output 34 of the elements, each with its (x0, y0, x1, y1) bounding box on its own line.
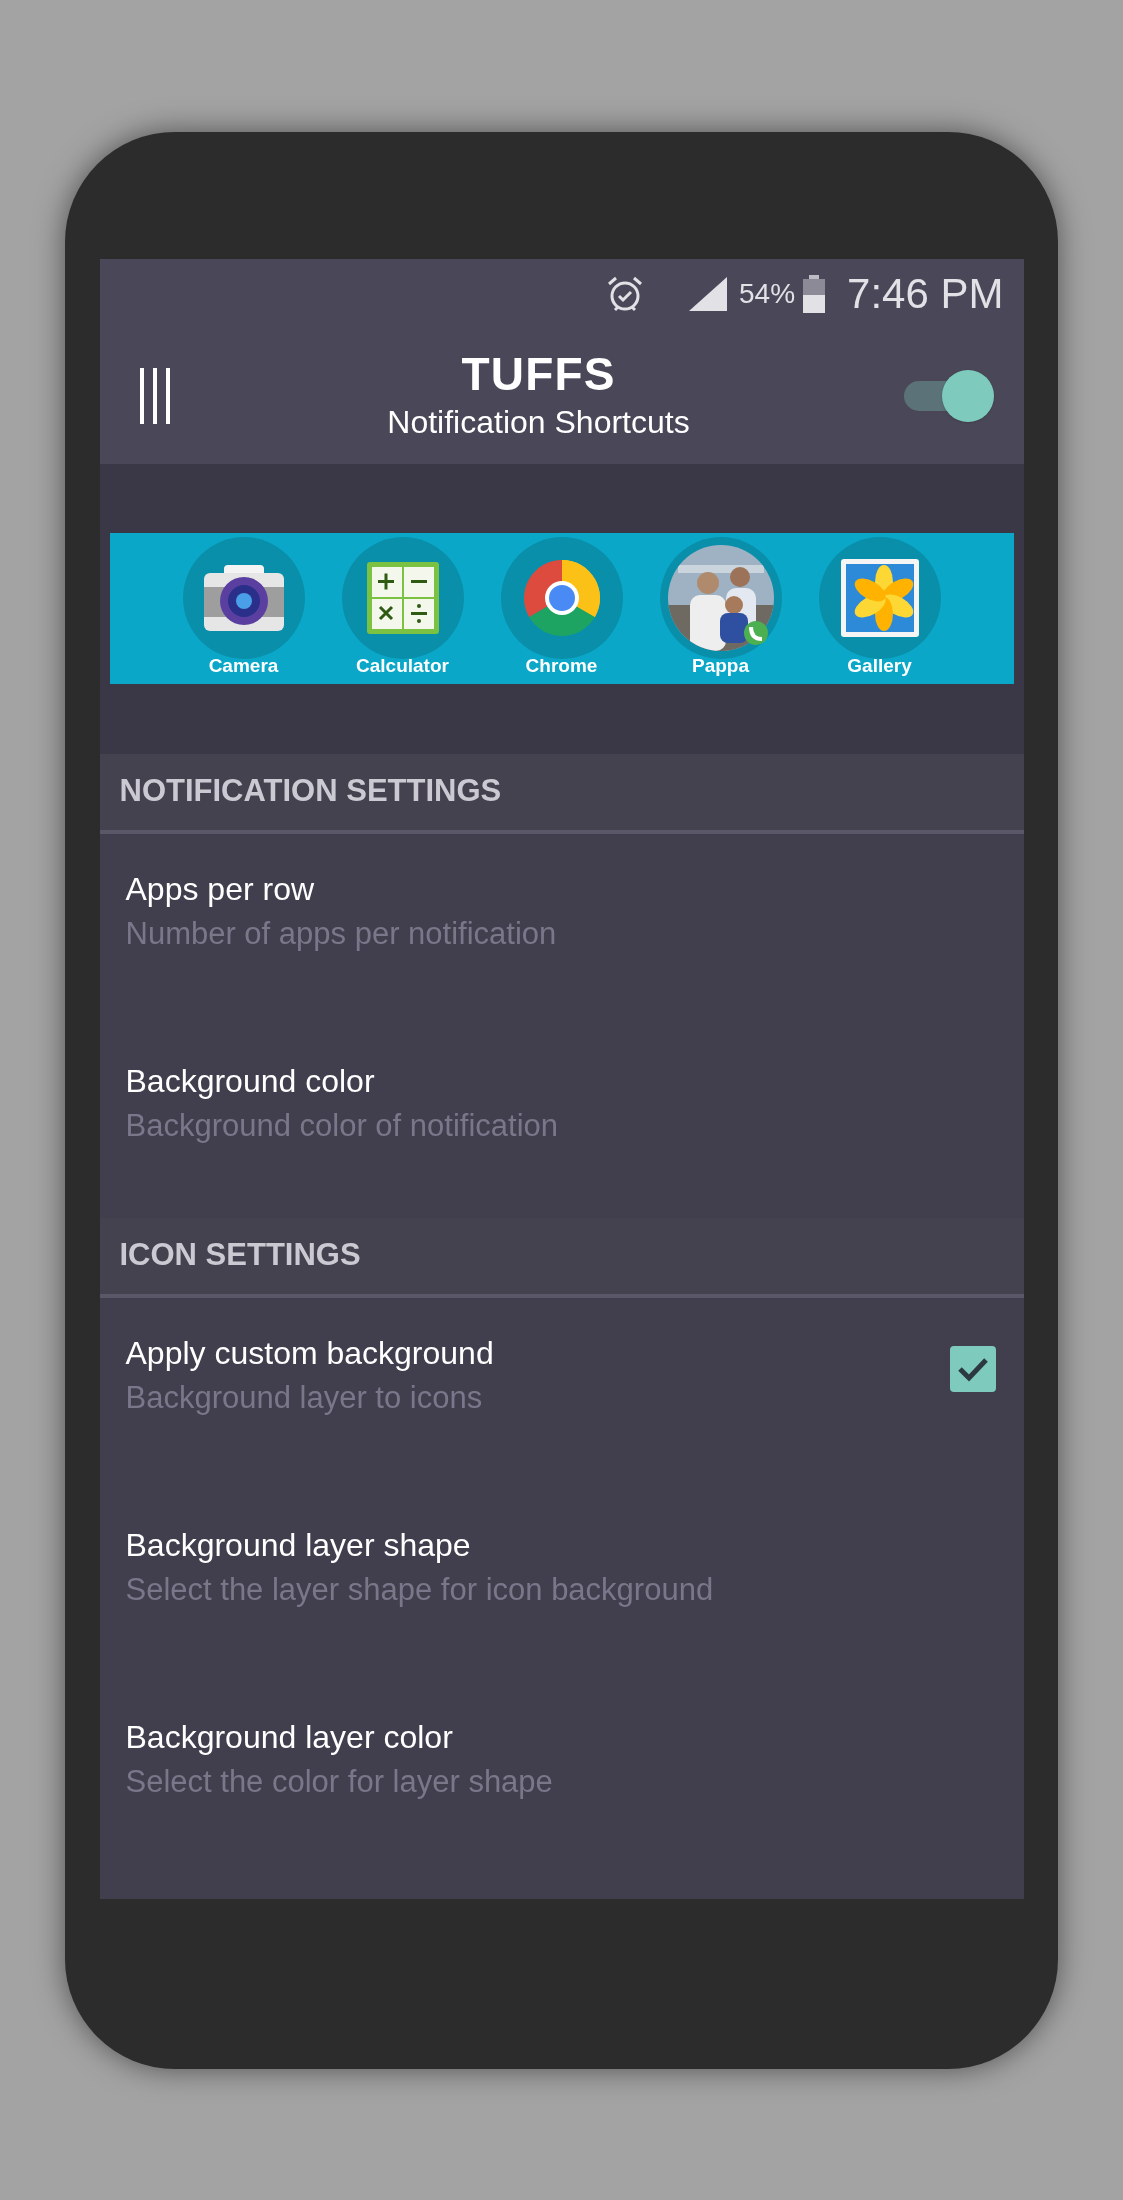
item-title: Background layer color (125, 1717, 454, 1757)
gallery-icon (839, 558, 920, 638)
item-summary: Number of apps per notification (125, 914, 558, 953)
shortcut-label: Camera (208, 655, 279, 677)
camera-icon (201, 563, 286, 633)
settings-item[interactable]: Apply custom background Background layer to icons (99, 1297, 1024, 1490)
item-summary: Select the layer shape for icon background (125, 1570, 715, 1609)
shortcut-label: Gallery (847, 655, 912, 677)
item-title: Background color (125, 1061, 376, 1101)
app-subtitle: Notification Shortcuts (387, 403, 690, 442)
app-title: TUFFS (461, 348, 616, 400)
shortcut-label: Chrome (525, 655, 598, 677)
browser-icon (521, 558, 602, 638)
item-summary: Background layer to icons (125, 1378, 484, 1417)
battery-percent: 54% (739, 276, 796, 311)
battery-icon (803, 274, 826, 313)
signal-icon (687, 274, 730, 313)
menu-icon (137, 366, 172, 426)
settings-item[interactable]: Apps per row Number of apps per notification (99, 833, 1024, 1026)
item-title: Apply custom background (125, 1333, 495, 1373)
item-title: Background layer shape (125, 1525, 472, 1565)
settings-item[interactable]: Background layer color Select the color for layer shape (99, 1681, 1024, 1874)
settings-item[interactable]: Background color Background color of notification (99, 1025, 1024, 1218)
calculator-icon (364, 560, 441, 636)
section-header: ICON SETTINGS (119, 1236, 361, 1275)
item-summary: Background color of notification (125, 1106, 560, 1145)
status-time: 7:46 PM (847, 269, 1004, 319)
shortcut-label: Pappa (692, 655, 749, 677)
section-header: NOTIFICATION SETTINGS (119, 772, 502, 811)
settings-item[interactable]: Background layer shape Select the layer shape for icon background (99, 1489, 1024, 1682)
shortcut-label: Calculator (356, 655, 449, 677)
checkbox[interactable] (949, 1345, 996, 1392)
item-title: Apps per row (125, 869, 316, 909)
item-summary: Select the color for layer shape (125, 1762, 554, 1801)
